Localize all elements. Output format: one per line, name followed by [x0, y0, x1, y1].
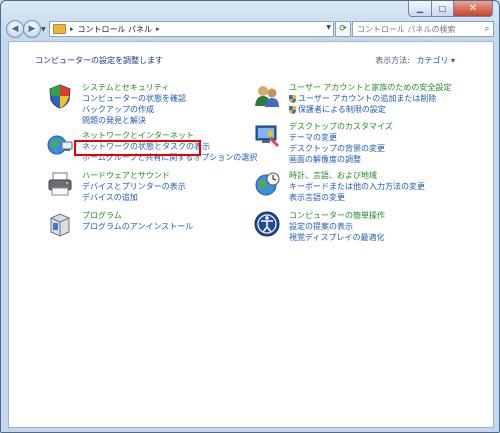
category-title[interactable]: ユーザー アカウントと家族のための安全設定: [289, 82, 451, 93]
highlight-box: [74, 140, 201, 156]
breadcrumb-control-panel[interactable]: コントロール パネル: [78, 24, 153, 35]
clock-globe-icon[interactable]: [253, 170, 281, 198]
link-change-background[interactable]: デスクトップの背景の変更: [289, 143, 393, 154]
category-title[interactable]: デスクトップのカスタマイズ: [289, 121, 393, 132]
view-by-label: 表示方法:: [375, 56, 410, 65]
category-title[interactable]: コンピューターの簡単操作: [289, 210, 385, 221]
address-bar[interactable]: ▸ コントロール パネル ▸ ▼: [49, 21, 334, 37]
control-panel-folder-icon: [53, 24, 66, 34]
category-title[interactable]: 時計、言語、および地域: [289, 170, 425, 181]
view-by-dropdown[interactable]: カテゴリ ▾: [416, 56, 455, 65]
desktop-personalization-icon[interactable]: [253, 121, 281, 149]
link-change-input-methods[interactable]: キーボードまたは他の入力方法の変更: [289, 181, 425, 192]
category-title[interactable]: ハードウェアとサウンド: [82, 170, 186, 181]
link-add-device[interactable]: デバイスの追加: [82, 192, 186, 203]
content-pane: コンピューターの設定を調整します 表示方法: カテゴリ ▾ システムとセキュリテ…: [8, 41, 494, 428]
recent-pages-dropdown[interactable]: ▼: [41, 26, 46, 33]
link-adjust-resolution[interactable]: 画面の解像度の調整: [289, 154, 393, 165]
category-title[interactable]: プログラム: [82, 210, 193, 221]
link-find-fix-problems[interactable]: 問題の発見と解決: [82, 115, 186, 126]
system-security-shield-icon[interactable]: [46, 82, 74, 110]
breadcrumb-separator[interactable]: ▸: [156, 25, 160, 33]
link-uninstall-program[interactable]: プログラムのアンインストール: [82, 221, 193, 232]
link-label[interactable]: ユーザー アカウントの追加または削除: [298, 93, 436, 104]
navigation-bar: ◀ ▶ ▼ ▸ コントロール パネル ▸ ▼ ⟳ コントロール パネルの検索 ⌕: [1, 17, 499, 39]
category-title[interactable]: システムとセキュリティ: [82, 82, 186, 93]
uac-shield-icon: [289, 94, 296, 103]
link-optimize-visual-display[interactable]: 視覚ディスプレイの最適化: [289, 232, 385, 243]
close-button[interactable]: ✕: [454, 1, 493, 17]
caption-buttons: ▁ □ ✕: [408, 1, 493, 17]
programs-box-icon[interactable]: [46, 210, 74, 238]
control-panel-window: ▁ □ ✕ ◀ ▶ ▼ ▸ コントロール パネル ▸ ▼ ⟳ コントロール パネ…: [0, 0, 500, 433]
page-title: コンピューターの設定を調整します: [35, 56, 163, 65]
address-dropdown-icon[interactable]: ▼: [326, 24, 331, 31]
forward-arrow-icon: ▶: [28, 24, 36, 34]
minimize-button[interactable]: ▁: [408, 1, 432, 17]
back-arrow-icon: ◀: [11, 24, 19, 34]
link-check-computer-status[interactable]: コンピューターの状態を確認: [82, 93, 186, 104]
refresh-icon: ⟳: [339, 24, 347, 34]
link-change-theme[interactable]: テーマの変更: [289, 132, 393, 143]
link-change-display-language[interactable]: 表示言語の変更: [289, 192, 425, 203]
link-settings-suggestions[interactable]: 設定の提案の表示: [289, 221, 385, 232]
uac-shield-icon: [289, 105, 296, 114]
search-input[interactable]: コントロール パネルの検索: [357, 24, 481, 35]
forward-button[interactable]: ▶: [23, 20, 41, 38]
link-create-backup[interactable]: バックアップの作成: [82, 104, 186, 115]
search-box[interactable]: コントロール パネルの検索 ⌕: [352, 21, 494, 37]
search-icon[interactable]: ⌕: [481, 24, 493, 34]
printer-icon[interactable]: [46, 170, 74, 198]
ease-of-access-icon[interactable]: [253, 210, 281, 238]
breadcrumb-separator[interactable]: ▸: [70, 25, 74, 33]
refresh-button[interactable]: ⟳: [335, 21, 351, 37]
maximize-button[interactable]: □: [432, 1, 454, 17]
network-globe-icon[interactable]: [46, 130, 74, 158]
user-accounts-icon[interactable]: [253, 82, 281, 110]
link-add-remove-user[interactable]: ユーザー アカウントの追加または削除: [289, 93, 451, 104]
link-label[interactable]: 保護者による制限の設定: [298, 104, 386, 115]
link-parental-controls[interactable]: 保護者による制限の設定: [289, 104, 451, 115]
link-devices-printers[interactable]: デバイスとプリンターの表示: [82, 181, 186, 192]
view-by: 表示方法: カテゴリ ▾: [375, 55, 455, 66]
back-button[interactable]: ◀: [6, 20, 24, 38]
